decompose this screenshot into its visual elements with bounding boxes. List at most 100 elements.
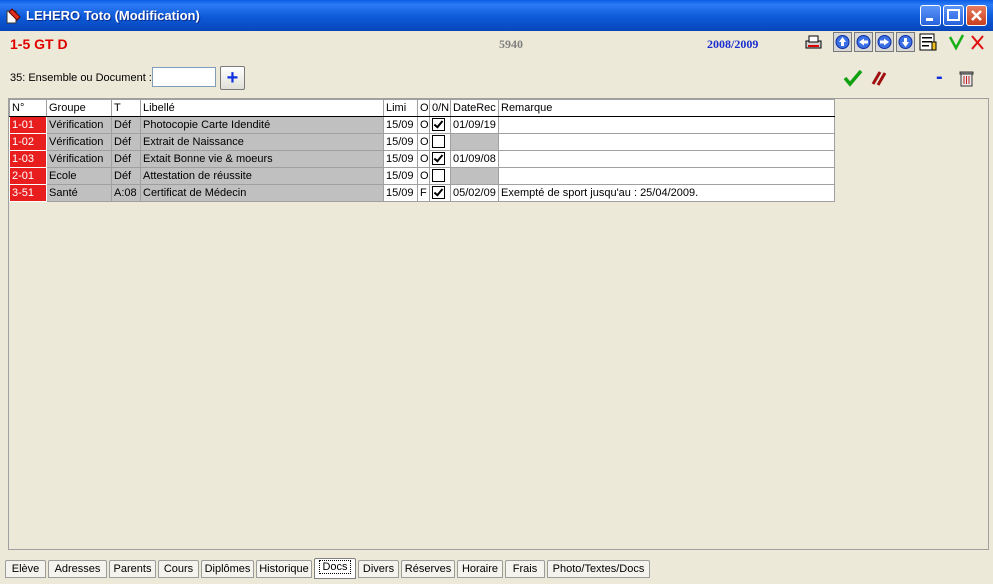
- row-remarque[interactable]: [498, 116, 835, 134]
- tab-label: Parents: [113, 563, 152, 575]
- row-type: A:08: [111, 184, 141, 202]
- row-remarque[interactable]: [498, 150, 835, 168]
- last-record-button[interactable]: [896, 32, 915, 52]
- print-icon: [805, 35, 822, 49]
- prev-record-button[interactable]: [854, 32, 873, 52]
- tab-reserves[interactable]: Réserves: [401, 560, 455, 578]
- row-received-cell: [429, 116, 451, 134]
- row-number: 1-01: [9, 116, 47, 134]
- tab-cours[interactable]: Cours: [158, 560, 199, 578]
- received-checkbox[interactable]: [432, 186, 445, 200]
- tab-frais[interactable]: Frais: [505, 560, 545, 578]
- trash-icon[interactable]: [957, 68, 977, 88]
- unvalidate-icon[interactable]: [869, 68, 889, 88]
- tab-divers[interactable]: Divers: [358, 560, 399, 578]
- header-groupe[interactable]: Groupe: [46, 99, 112, 117]
- tab-label: Adresses: [54, 563, 101, 575]
- add-document-button[interactable]: +: [220, 66, 245, 90]
- header-daterec[interactable]: DateRec: [450, 99, 499, 117]
- table-row[interactable]: 1-01 Vérification Déf Photocopie Carte I…: [9, 116, 835, 134]
- filter-label: 35: Ensemble ou Document :: [10, 72, 152, 84]
- header-remarque[interactable]: Remarque: [498, 99, 835, 117]
- prev-record-icon: [856, 35, 871, 49]
- row-received-cell: [429, 133, 451, 151]
- header-on[interactable]: 0/N: [429, 99, 451, 117]
- document-filter-input[interactable]: [152, 67, 216, 87]
- row-remarque[interactable]: [498, 133, 835, 151]
- tab-parents[interactable]: Parents: [109, 560, 156, 578]
- row-remarque[interactable]: Exempté de sport jusqu'au : 25/04/2009.: [498, 184, 835, 202]
- save-button[interactable]: [947, 33, 966, 53]
- notes-icon: [919, 33, 937, 51]
- row-received-cell: [429, 184, 451, 202]
- row-daterec[interactable]: 01/09/08: [450, 150, 499, 168]
- tab-label: Horaire: [461, 563, 499, 575]
- header-limi[interactable]: Limi: [383, 99, 418, 117]
- tab-label: Cours: [163, 563, 194, 575]
- first-record-button[interactable]: [833, 32, 852, 52]
- tab-horaire[interactable]: Horaire: [457, 560, 503, 578]
- tab-label: Diplômes: [204, 563, 251, 575]
- row-number: 2-01: [9, 167, 47, 185]
- row-libelle: Attestation de réussite: [140, 167, 384, 185]
- row-libelle: Extait Bonne vie & moeurs: [140, 150, 384, 168]
- tab-photo-textes-docs[interactable]: Photo/Textes/Docs: [547, 560, 650, 578]
- close-icon: [971, 10, 982, 21]
- validate-check-icon[interactable]: [843, 68, 863, 88]
- received-checkbox[interactable]: [432, 152, 445, 166]
- cancel-x-icon: [971, 35, 984, 50]
- close-button[interactable]: [966, 5, 987, 26]
- received-checkbox[interactable]: [432, 118, 445, 132]
- tab-label: Photo/Textes/Docs: [552, 563, 645, 575]
- row-daterec[interactable]: [450, 133, 499, 151]
- table-row[interactable]: 1-03 Vérification Déf Extait Bonne vie &…: [9, 150, 835, 168]
- tab-diplomes[interactable]: Diplômes: [201, 560, 254, 578]
- tab-historique[interactable]: Historique: [256, 560, 312, 578]
- documents-table: N° Groupe T Libellé Limi O 0/N DateRec R…: [9, 99, 835, 202]
- row-daterec[interactable]: 01/09/19: [450, 116, 499, 134]
- tab-eleve[interactable]: Elève: [5, 560, 46, 578]
- minimize-button[interactable]: [920, 5, 941, 26]
- print-button[interactable]: [804, 33, 823, 53]
- header-libelle[interactable]: Libellé: [140, 99, 384, 117]
- minimize-icon: [926, 18, 933, 21]
- row-daterec[interactable]: [450, 167, 499, 185]
- tab-docs[interactable]: Docs: [314, 558, 356, 579]
- row-o: F: [417, 184, 430, 202]
- class-code: 1-5 GT D: [10, 36, 68, 52]
- tab-adresses[interactable]: Adresses: [48, 560, 107, 578]
- tab-label: Réserves: [404, 563, 452, 575]
- row-limit: 15/09: [383, 150, 418, 168]
- row-received-cell: [429, 150, 451, 168]
- info-bar: 1-5 GT D 5940 2008/2009: [4, 32, 989, 56]
- header-num[interactable]: N°: [9, 99, 47, 117]
- next-record-button[interactable]: [875, 32, 894, 52]
- maximize-button[interactable]: [943, 5, 964, 26]
- row-remarque[interactable]: [498, 167, 835, 185]
- received-checkbox[interactable]: [432, 135, 445, 149]
- table-row[interactable]: 1-02 Vérification Déf Extrait de Naissan…: [9, 133, 835, 151]
- row-o: O: [417, 150, 430, 168]
- documents-grid[interactable]: N° Groupe T Libellé Limi O 0/N DateRec R…: [8, 98, 989, 550]
- app-icon: [6, 8, 21, 24]
- row-number: 1-03: [9, 150, 47, 168]
- row-daterec[interactable]: 05/02/09: [450, 184, 499, 202]
- row-type: Déf: [111, 133, 141, 151]
- received-checkbox[interactable]: [432, 169, 445, 183]
- table-row[interactable]: 2-01 Ecole Déf Attestation de réussite 1…: [9, 167, 835, 185]
- title-bar[interactable]: LEHERO Toto (Modification): [0, 0, 993, 31]
- last-record-icon: [898, 35, 913, 49]
- next-record-icon: [877, 35, 892, 49]
- row-libelle: Photocopie Carte Idendité: [140, 116, 384, 134]
- header-o[interactable]: O: [417, 99, 430, 117]
- table-row[interactable]: 3-51 Santé A:08 Certificat de Médecin 15…: [9, 184, 835, 202]
- row-number: 1-02: [9, 133, 47, 151]
- row-number: 3-51: [9, 184, 47, 202]
- cancel-button[interactable]: [968, 33, 987, 53]
- remove-document-button[interactable]: -: [936, 67, 943, 87]
- row-groupe: Ecole: [46, 167, 112, 185]
- tab-bar: Elève Adresses Parents Cours Diplômes Hi…: [4, 558, 989, 580]
- row-o: O: [417, 167, 430, 185]
- notes-button[interactable]: [918, 32, 937, 52]
- header-t[interactable]: T: [111, 99, 141, 117]
